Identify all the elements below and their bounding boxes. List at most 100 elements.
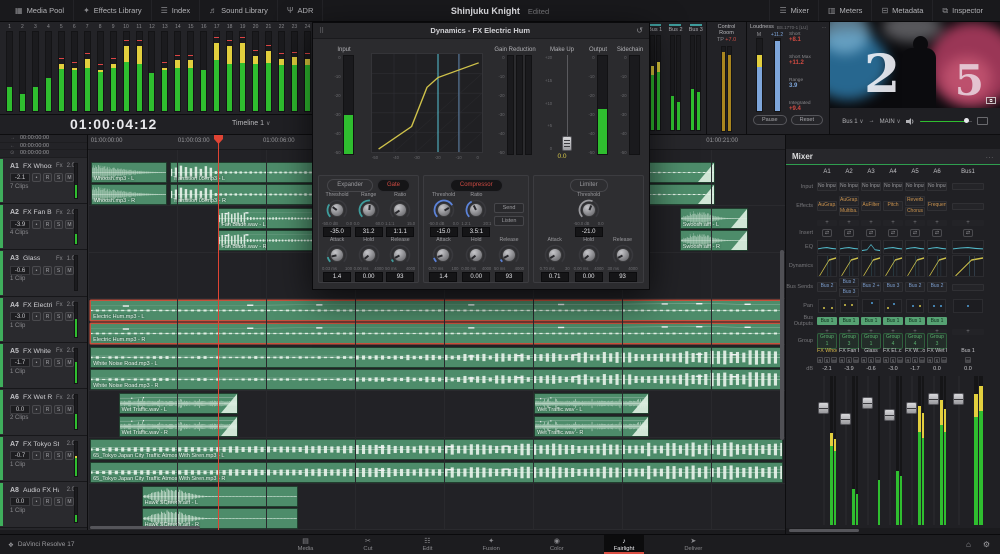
lock-button[interactable]: • <box>32 358 41 367</box>
audio-clip[interactable]: Wet Traffic.wav - L <box>119 393 238 414</box>
pan-control[interactable] <box>928 299 946 313</box>
eq-thumbnail[interactable] <box>905 240 925 254</box>
insert-button[interactable]: ⇄ <box>866 229 876 237</box>
pan-control[interactable] <box>906 299 924 313</box>
playhead[interactable] <box>218 135 219 530</box>
record-arm-button[interactable]: R <box>839 357 845 363</box>
tab-compressor[interactable]: Compressor <box>450 179 503 192</box>
solo-button[interactable]: S <box>54 497 63 506</box>
pan-control[interactable] <box>953 299 983 313</box>
record-arm-button[interactable]: R <box>43 220 52 229</box>
bus-output-button[interactable]: Bus 1 <box>905 317 925 325</box>
toolbar-button-media-pool[interactable]: ▦Media Pool <box>6 0 74 21</box>
knob-value[interactable]: 93 <box>386 272 414 282</box>
audio-clip[interactable]: 65_Tokyo Japan City Traffic Atmos With S… <box>90 462 783 483</box>
add-slot-button[interactable]: + <box>952 329 984 335</box>
bus-send-slot[interactable]: Bus 2 + <box>861 282 881 292</box>
toolbar-button-index[interactable]: ☰Index <box>152 0 201 21</box>
pause-button[interactable]: Pause <box>753 115 787 125</box>
page-tab-edit[interactable]: ☷Edit <box>412 535 442 554</box>
audio-clip[interactable]: Electric Hum.mp3 - L <box>90 300 783 321</box>
loudness-menu-icon[interactable]: ... <box>822 24 826 30</box>
track-header-a4[interactable]: A4FX Electric HumFx2.0-3.0•RSM1 Clip <box>0 297 87 343</box>
record-arm-button[interactable]: R <box>43 405 52 414</box>
knob-value[interactable]: 0.00 <box>355 272 383 282</box>
makeup-slider[interactable] <box>556 55 578 151</box>
track-volume-value[interactable]: -3.9 <box>10 220 30 229</box>
tab-limiter[interactable]: Limiter <box>570 179 608 192</box>
knob-threshold[interactable]: Threshold-50.0 dB0.0-15.0 <box>428 192 459 237</box>
audio-clip[interactable]: Whoosh.mp3 - L <box>91 162 168 183</box>
mute-button[interactable]: M <box>831 357 837 363</box>
track-fx-badge[interactable]: Fx <box>56 256 63 262</box>
makeup-slider-handle[interactable] <box>562 136 572 151</box>
knob-attack[interactable]: Attack0.70 ms300.71 <box>539 237 570 282</box>
input-slot[interactable] <box>952 183 984 190</box>
mute-button[interactable]: M <box>965 357 971 363</box>
mute-button[interactable]: M <box>65 173 74 182</box>
fader-handle[interactable] <box>906 402 917 414</box>
record-arm-button[interactable]: R <box>43 173 52 182</box>
record-arm-button[interactable]: R <box>43 312 52 321</box>
reset-button[interactable]: Reset <box>791 115 823 125</box>
lock-button[interactable]: • <box>32 312 41 321</box>
track-fx-badge[interactable]: Fx <box>56 302 63 308</box>
reset-icon[interactable]: ↺ <box>636 26 643 35</box>
track-volume-value[interactable]: -2.1 <box>10 173 30 182</box>
bus-output-button[interactable]: Bus 1 <box>883 317 903 325</box>
fader-handle[interactable] <box>862 397 873 409</box>
add-slot-button[interactable]: + <box>927 220 947 226</box>
record-arm-button[interactable]: R <box>905 357 911 363</box>
toolbar-button-mixer[interactable]: ☰Mixer <box>769 0 818 21</box>
monitor-out-select[interactable]: MAIN ∨ <box>880 118 901 125</box>
insert-button[interactable]: ⇄ <box>822 229 832 237</box>
dynamics-thumbnail[interactable] <box>927 255 947 277</box>
mixer-hscrollbar[interactable] <box>789 529 859 532</box>
lock-button[interactable]: • <box>32 220 41 229</box>
knob-attack[interactable]: Attack0.70 ms1001.4 <box>428 237 459 282</box>
dynamics-thumbnail[interactable] <box>861 255 881 277</box>
audio-clip[interactable]: Wet Traffic.wav - L <box>534 393 649 414</box>
range-timecode-value[interactable]: 00:00:00:00 <box>20 143 49 149</box>
bus-send-slot[interactable]: Bus 3 <box>839 288 859 297</box>
monitor-bus-select[interactable]: Bus 1 ∨ <box>842 118 863 125</box>
pan-control[interactable] <box>818 299 836 313</box>
knob-value[interactable]: 93 <box>609 272 637 282</box>
knob-value[interactable]: 1.4 <box>429 272 457 282</box>
input-slot[interactable]: No Input <box>927 182 947 192</box>
knob-value[interactable]: 0.71 <box>541 272 569 282</box>
record-arm-button[interactable]: R <box>43 451 52 460</box>
tab-expander[interactable]: Expander <box>327 179 373 192</box>
knob-hold[interactable]: Hold0.00 ms40000.00 <box>353 237 384 282</box>
page-tab-deliver[interactable]: ➤Deliver <box>674 535 712 554</box>
audio-clip[interactable]: Swoosh.aiff - R <box>680 230 748 251</box>
track-fx-badge[interactable]: Fx <box>56 210 63 216</box>
knob-threshold[interactable]: Threshold-50.0 dB0.0-35.0 <box>322 192 353 237</box>
bus-send-slot[interactable] <box>952 284 984 291</box>
knob-value[interactable]: 3.5:1 <box>462 227 490 237</box>
timeline-vscrollbar[interactable] <box>780 250 784 440</box>
eq-thumbnail[interactable] <box>861 240 881 254</box>
listen-button[interactable]: Listen <box>494 216 525 226</box>
page-tab-fairlight[interactable]: ♪Fairlight <box>604 535 645 554</box>
mute-button[interactable]: M <box>875 357 881 363</box>
solo-button[interactable]: S <box>54 451 63 460</box>
add-slot-button[interactable]: + <box>905 220 925 226</box>
speaker-icon[interactable] <box>906 117 915 126</box>
insert-button[interactable]: ⇄ <box>932 229 942 237</box>
add-slot-button[interactable]: + <box>952 220 984 226</box>
dialog-titlebar[interactable]: ⠿ Dynamics - FX Electric Hum ↺ <box>313 23 649 39</box>
bus-output-button[interactable]: Bus 1 <box>839 317 859 325</box>
knob-value[interactable]: 1:1.1 <box>386 227 414 237</box>
timeline-hscrollbar[interactable] <box>90 526 200 529</box>
lock-button[interactable]: • <box>32 497 41 506</box>
audio-clip[interactable]: Hawk SCreech.aiff - L <box>142 486 298 507</box>
audio-clip[interactable]: Wet Traffic.wav - R <box>534 416 649 437</box>
mixer-menu-icon[interactable]: ... <box>986 154 994 160</box>
insert-button[interactable]: ⇄ <box>888 229 898 237</box>
mute-button[interactable]: M <box>65 405 74 414</box>
lock-button[interactable]: • <box>32 173 41 182</box>
mute-button[interactable]: M <box>853 357 859 363</box>
track-header-a5[interactable]: A5FX White NoiseFx2.0-1.7•RSM1 Clip <box>0 343 87 389</box>
effect-slot[interactable]: AuGrap... <box>839 196 859 206</box>
